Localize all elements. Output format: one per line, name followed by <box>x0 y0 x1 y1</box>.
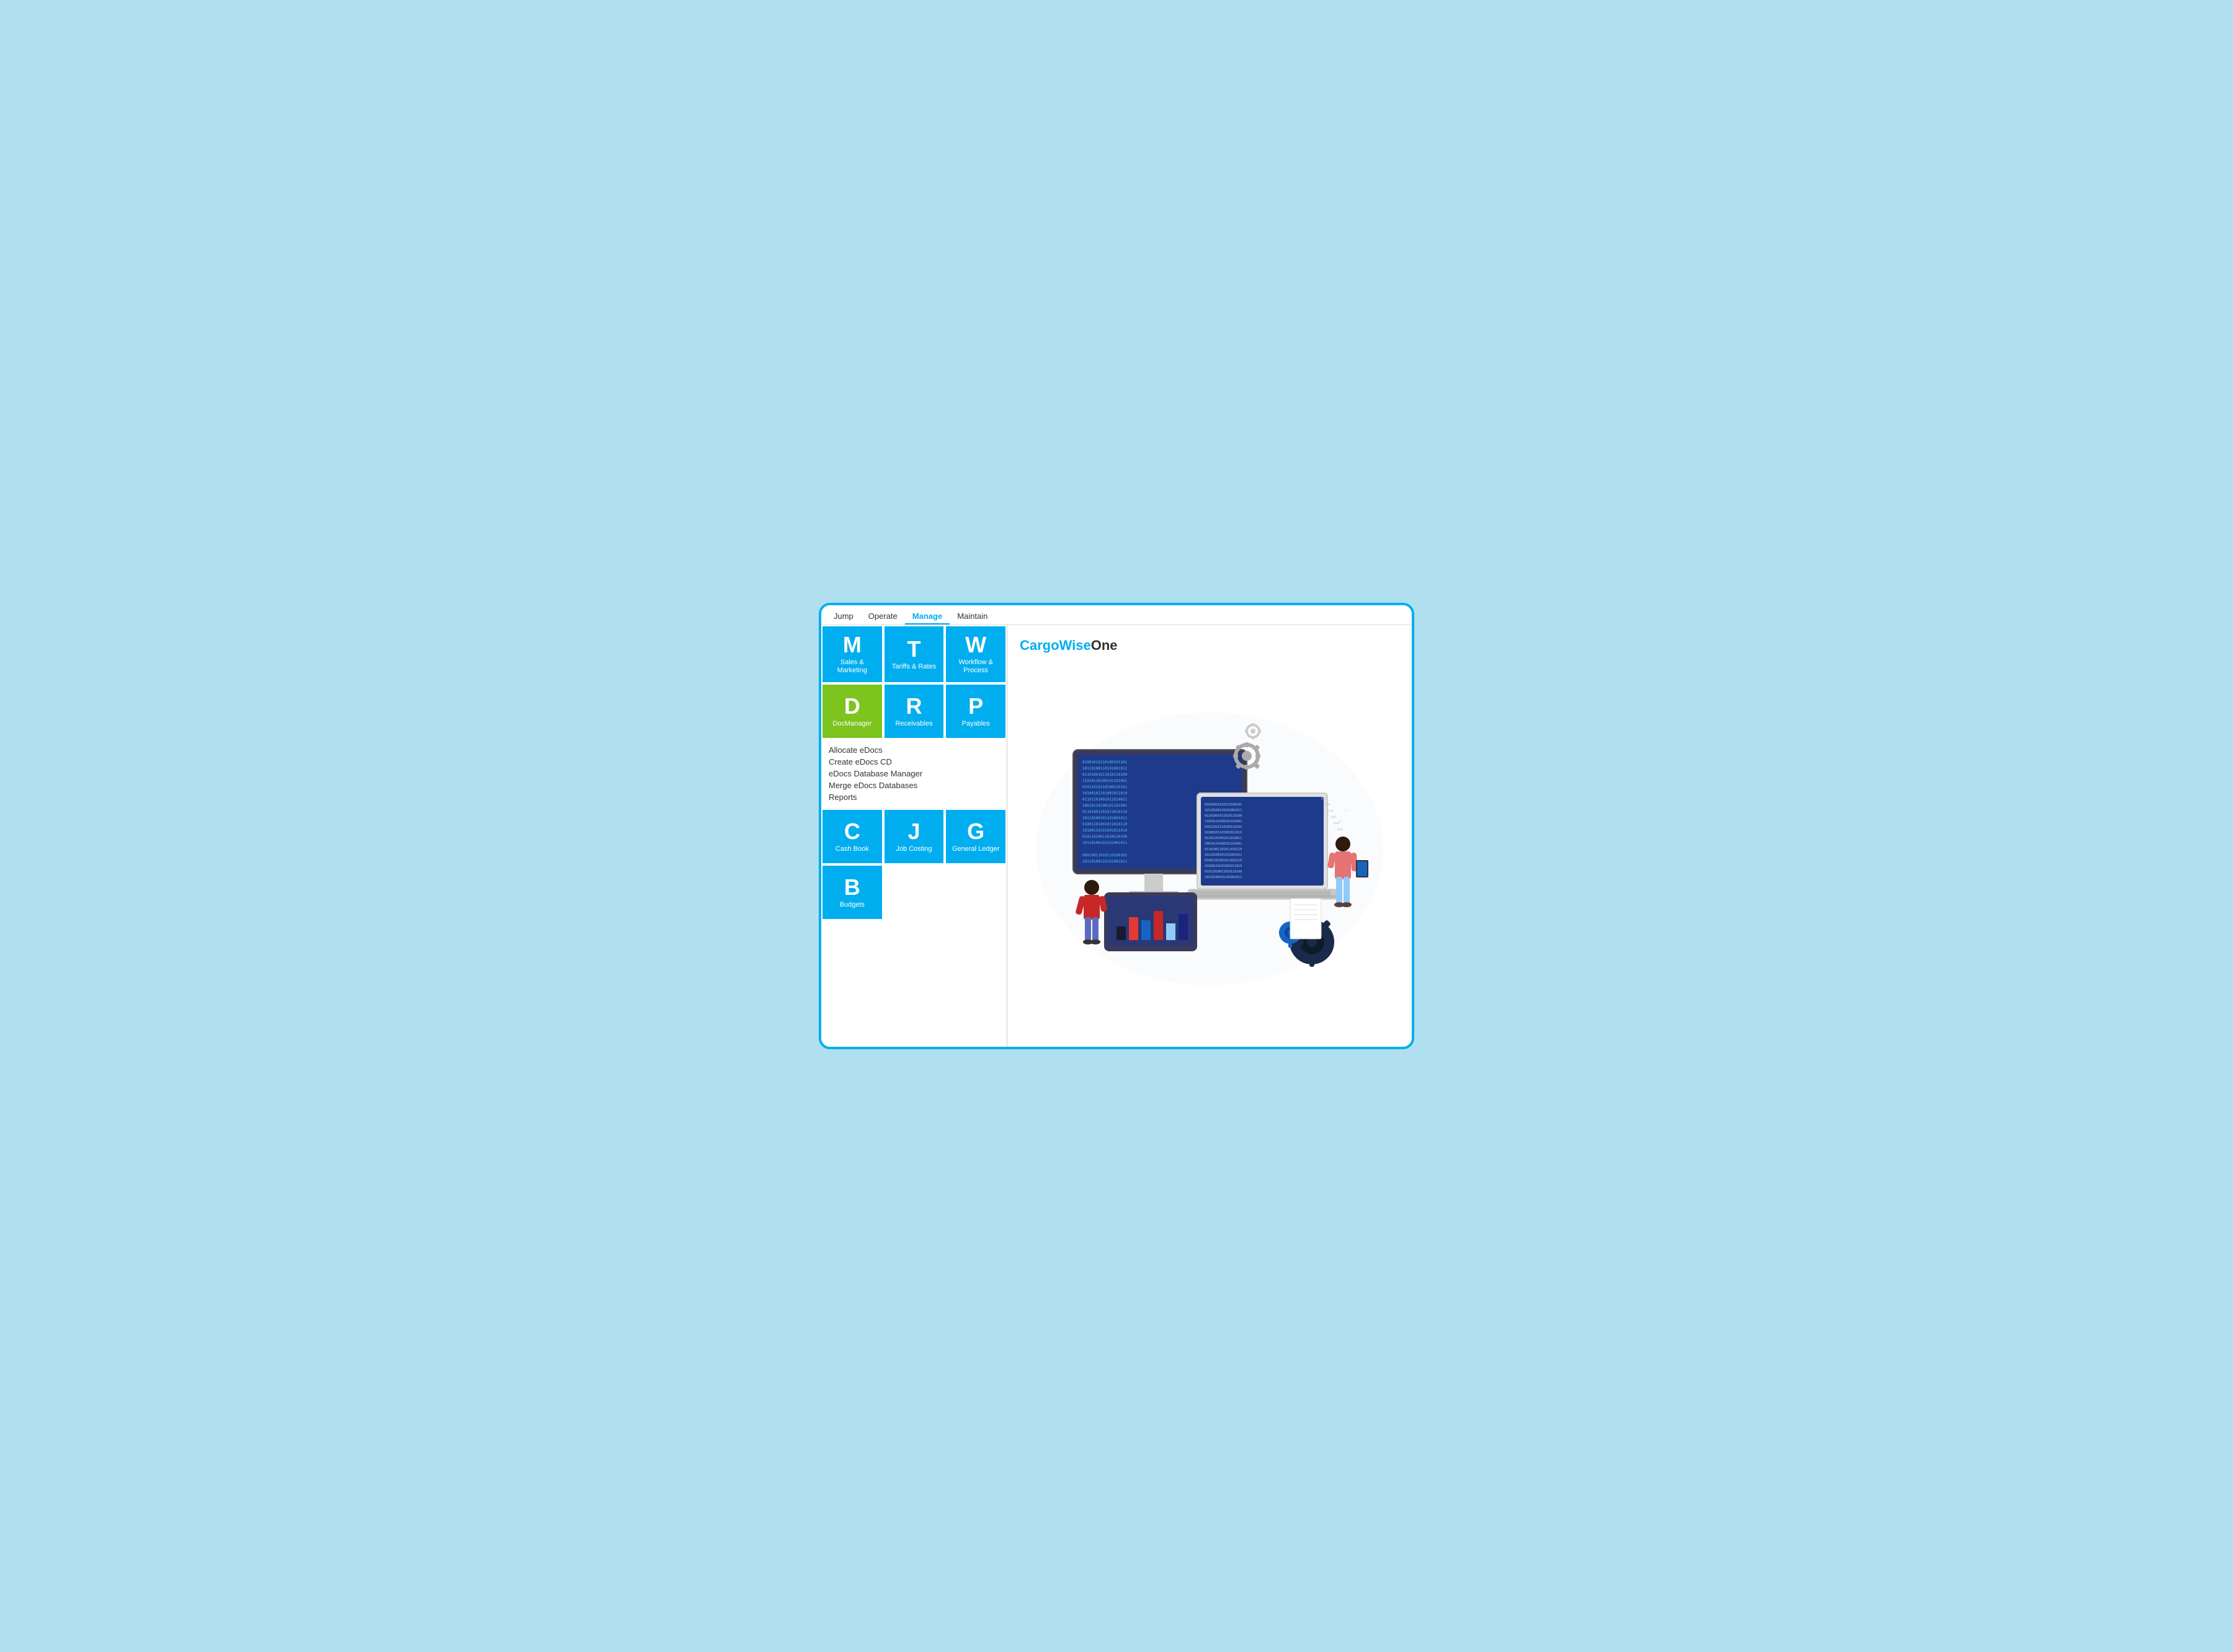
tile-letter-w: W <box>965 634 986 656</box>
tile-label-docmanager: DocManager <box>832 720 871 728</box>
tile-letter-b: B <box>844 876 860 899</box>
menu-merge-edocs[interactable]: Merge eDocs Databases <box>829 779 999 791</box>
tile-workflow[interactable]: W Workflow &Process <box>945 625 1007 683</box>
tile-label-sales: Sales &Marketing <box>837 659 867 675</box>
svg-text:11010110100101101001: 11010110100101101001 <box>1082 779 1128 783</box>
sidebar: M Sales &Marketing T Tariffs & Rates W W… <box>821 625 1007 1047</box>
svg-text:10110100110101001011: 10110100110101001011 <box>1205 809 1242 812</box>
top-tile-grid: M Sales &Marketing T Tariffs & Rates W W… <box>821 625 1007 739</box>
tile-budgets[interactable]: B Budgets <box>821 864 883 920</box>
app-container: Jump Operate Manage Maintain M Sales &Ma… <box>819 603 1414 1049</box>
svg-text:10110100101101001011: 10110100101101001011 <box>1205 853 1242 857</box>
tile-label-general-ledger: General Ledger <box>952 845 999 853</box>
svg-text:10010110100101101001: 10010110100101101001 <box>1082 804 1128 808</box>
tile-payables[interactable]: P Payables <box>945 683 1007 739</box>
tile-letter-m: M <box>843 634 862 656</box>
tile-label-payables: Payables <box>962 720 990 728</box>
menu-allocate-edocs[interactable]: Allocate eDocs <box>829 744 999 756</box>
svg-text:11010110100101101001: 11010110100101101001 <box>1205 820 1242 824</box>
menu-bar: Jump Operate Manage Maintain <box>821 605 1412 625</box>
svg-text:10110100101101001011: 10110100101101001011 <box>1082 841 1128 845</box>
tile-tariffs[interactable]: T Tariffs & Rates <box>883 625 945 683</box>
tile-cash-book[interactable]: C Cash Book <box>821 809 883 864</box>
docmanager-dropdown: Allocate eDocs Create eDocs CD eDocs Dat… <box>821 739 1007 809</box>
svg-text:01101001101011010110: 01101001101011010110 <box>1205 848 1242 851</box>
hero-svg: 01001010110100101101 1011010011010100101… <box>1023 700 1396 998</box>
bottom-tile-grid: C Cash Book J Job Costing G General Ledg… <box>821 809 1007 864</box>
tile-letter-d: D <box>844 695 860 717</box>
svg-text:01011010011010110100: 01011010011010110100 <box>1082 835 1128 839</box>
svg-text:01011010110100110101: 01011010110100110101 <box>1205 825 1242 829</box>
svg-text:01101101001011010011: 01101101001011010011 <box>1205 837 1242 840</box>
tile-letter-g: G <box>967 820 984 843</box>
svg-text:10100110101001011010: 10100110101001011010 <box>1205 864 1242 868</box>
svg-text:00010011010110100101: 00010011010110100101 <box>1082 853 1128 858</box>
svg-text:1001: 1001 <box>1330 815 1337 819</box>
svg-text:01101101001011010011: 01101101001011010011 <box>1082 797 1128 802</box>
svg-text:10110100101101001011: 10110100101101001011 <box>1205 876 1242 879</box>
tile-letter-p: P <box>968 695 983 717</box>
svg-text:10110100110101001011: 10110100110101001011 <box>1082 859 1128 864</box>
brand-logo: CargoWiseOne <box>1020 637 1399 654</box>
svg-text:01001010110100101101: 01001010110100101101 <box>1082 760 1128 765</box>
menu-operate[interactable]: Operate <box>861 609 905 624</box>
brand-one: One <box>1091 637 1118 653</box>
menu-manage[interactable]: Manage <box>905 609 950 624</box>
tile-letter-j: J <box>907 820 920 843</box>
tile-letter-r: R <box>906 695 922 717</box>
svg-text:1010: 1010 <box>1324 803 1330 806</box>
tile-label-receivables: Receivables <box>896 720 933 728</box>
svg-text:10100101101001011010: 10100101101001011010 <box>1205 831 1242 835</box>
svg-text:01001101001011010110: 01001101001011010110 <box>1205 859 1242 863</box>
menu-reports[interactable]: Reports <box>829 791 999 803</box>
svg-text:10100101101001011010: 10100101101001011010 <box>1082 791 1128 796</box>
main-content: M Sales &Marketing T Tariffs & Rates W W… <box>821 625 1412 1047</box>
svg-text:01001101001011010110: 01001101001011010110 <box>1082 822 1128 827</box>
tile-receivables[interactable]: R Receivables <box>883 683 945 739</box>
tile-general-ledger[interactable]: G General Ledger <box>945 809 1007 864</box>
tile-label-workflow: Workflow &Process <box>958 659 992 675</box>
tile-label-cash-book: Cash Book <box>836 845 869 853</box>
tile-sales-marketing[interactable]: M Sales &Marketing <box>821 625 883 683</box>
svg-text:1010: 1010 <box>1337 828 1343 831</box>
svg-text:01101001101011010110: 01101001101011010110 <box>1082 810 1128 814</box>
tile-letter-c: C <box>844 820 860 843</box>
svg-text:0101: 0101 <box>1321 797 1327 800</box>
svg-text:0101: 0101 <box>1334 822 1340 825</box>
menu-jump[interactable]: Jump <box>826 609 861 624</box>
content-area: CargoWiseOne <box>1007 625 1412 1047</box>
hero-illustration: 01001010110100101101 1011010011010100101… <box>1020 664 1399 1034</box>
tile-job-costing[interactable]: J Job Costing <box>883 809 945 864</box>
tile-label-job-costing: Job Costing <box>896 845 932 853</box>
svg-text:01101001011010110100: 01101001011010110100 <box>1082 773 1128 777</box>
brand-cargowise: CargoWise <box>1020 637 1091 653</box>
svg-text:01011010011010110100: 01011010011010110100 <box>1205 870 1242 874</box>
budget-tile-row: B Budgets <box>821 864 1007 920</box>
svg-text:01011010110100110101: 01011010110100110101 <box>1082 785 1128 789</box>
tile-label-tariffs: Tariffs & Rates <box>892 663 936 671</box>
menu-edocs-db-manager[interactable]: eDocs Database Manager <box>829 768 999 779</box>
tile-letter-t: T <box>907 638 920 660</box>
menu-maintain[interactable]: Maintain <box>950 609 995 624</box>
svg-text:10010110100101101001: 10010110100101101001 <box>1205 842 1242 846</box>
svg-text:01101001011010110100: 01101001011010110100 <box>1205 814 1242 818</box>
menu-create-edocs-cd[interactable]: Create eDocs CD <box>829 756 999 768</box>
svg-text:10110100101101001011: 10110100101101001011 <box>1082 816 1128 820</box>
svg-text:10110100110101001011: 10110100110101001011 <box>1082 766 1128 771</box>
tile-docmanager[interactable]: D DocManager <box>821 683 883 739</box>
tile-label-budgets: Budgets <box>840 901 865 909</box>
svg-text:10100110101001011010: 10100110101001011010 <box>1082 828 1128 833</box>
svg-text:0110: 0110 <box>1327 809 1334 812</box>
svg-text:01010011010110100101: 01010011010110100101 <box>1205 803 1242 807</box>
